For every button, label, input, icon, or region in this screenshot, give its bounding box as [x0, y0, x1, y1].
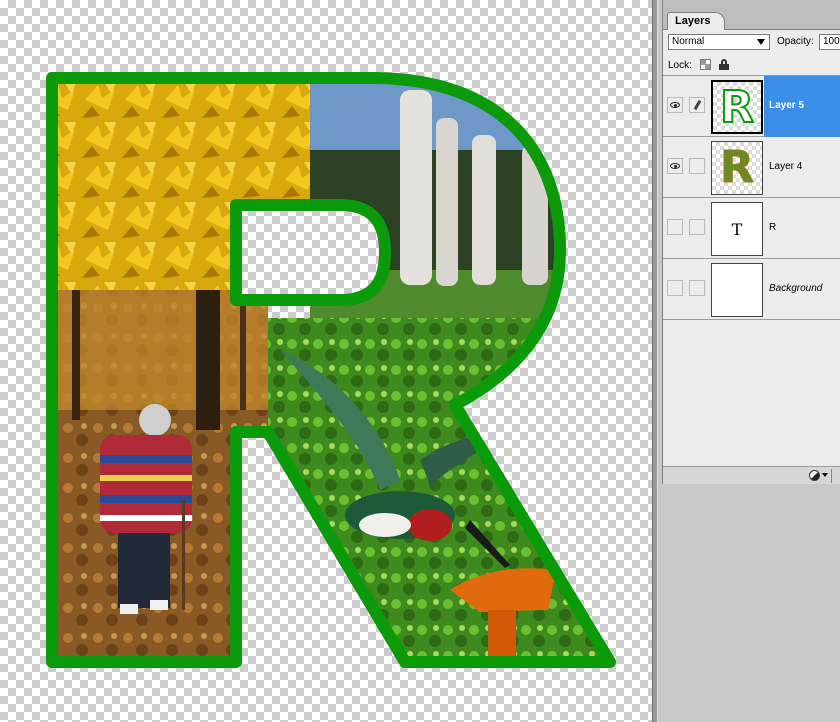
link-toggle[interactable] — [689, 158, 705, 174]
opacity-input[interactable]: 100 — [819, 34, 840, 50]
layer-name: Layer 4 — [769, 161, 803, 172]
r-collage-artwork — [46, 72, 616, 668]
lock-transparency-icon[interactable] — [700, 59, 711, 70]
layers-palette: Layers Normal Opacity: 100 Lock: R Layer… — [662, 0, 840, 484]
thumbnail-letter: R — [720, 142, 755, 194]
layer-thumbnail: R — [711, 141, 763, 195]
visibility-toggle[interactable] — [667, 219, 683, 235]
text-layer-icon: T — [731, 220, 743, 239]
layer-row-layer-5[interactable]: R Layer 5 — [663, 76, 840, 137]
lock-row: Lock: — [663, 54, 840, 76]
layer-row-r[interactable]: T R — [663, 198, 840, 259]
palette-tab-strip: Layers — [663, 0, 840, 30]
layer-name: Background — [769, 283, 823, 294]
document-canvas[interactable] — [0, 0, 652, 722]
workspace-background — [662, 484, 840, 722]
lock-label: Lock: — [668, 60, 692, 71]
chevron-down-icon[interactable] — [822, 473, 828, 477]
eye-icon — [670, 102, 680, 108]
layer-row-layer-4[interactable]: R Layer 4 — [663, 137, 840, 198]
layer-thumbnail — [711, 263, 763, 317]
brush-icon — [693, 99, 702, 111]
blend-mode-select[interactable]: Normal — [668, 34, 770, 50]
tab-layers[interactable]: Layers — [667, 12, 725, 30]
divider — [831, 469, 832, 483]
thumbnail-letter: R — [719, 82, 755, 133]
layers-empty-area — [663, 320, 840, 482]
layer-thumbnail: T — [711, 202, 763, 256]
visibility-toggle[interactable] — [667, 158, 683, 174]
visibility-toggle[interactable] — [667, 280, 683, 296]
layer-name: Layer 5 — [769, 100, 805, 111]
chevron-down-icon — [757, 39, 765, 45]
layer-row-background[interactable]: Background — [663, 259, 840, 320]
layer-thumbnail: R — [711, 80, 763, 134]
palette-footer — [663, 466, 840, 484]
opacity-label: Opacity: — [777, 36, 814, 47]
link-toggle[interactable] — [689, 219, 705, 235]
adjustment-layer-icon[interactable] — [809, 470, 820, 481]
eye-icon — [670, 163, 680, 169]
blend-mode-value: Normal — [672, 36, 705, 47]
layer-options-row: Normal Opacity: 100 — [663, 30, 840, 54]
visibility-toggle[interactable] — [667, 97, 683, 113]
link-toggle[interactable] — [689, 280, 705, 296]
workspace-divider — [652, 0, 658, 722]
layer-name: R — [769, 222, 777, 233]
photoshop-window: Layers Normal Opacity: 100 Lock: R Layer… — [0, 0, 840, 722]
link-toggle[interactable] — [689, 97, 705, 113]
lock-icon[interactable] — [719, 59, 729, 70]
